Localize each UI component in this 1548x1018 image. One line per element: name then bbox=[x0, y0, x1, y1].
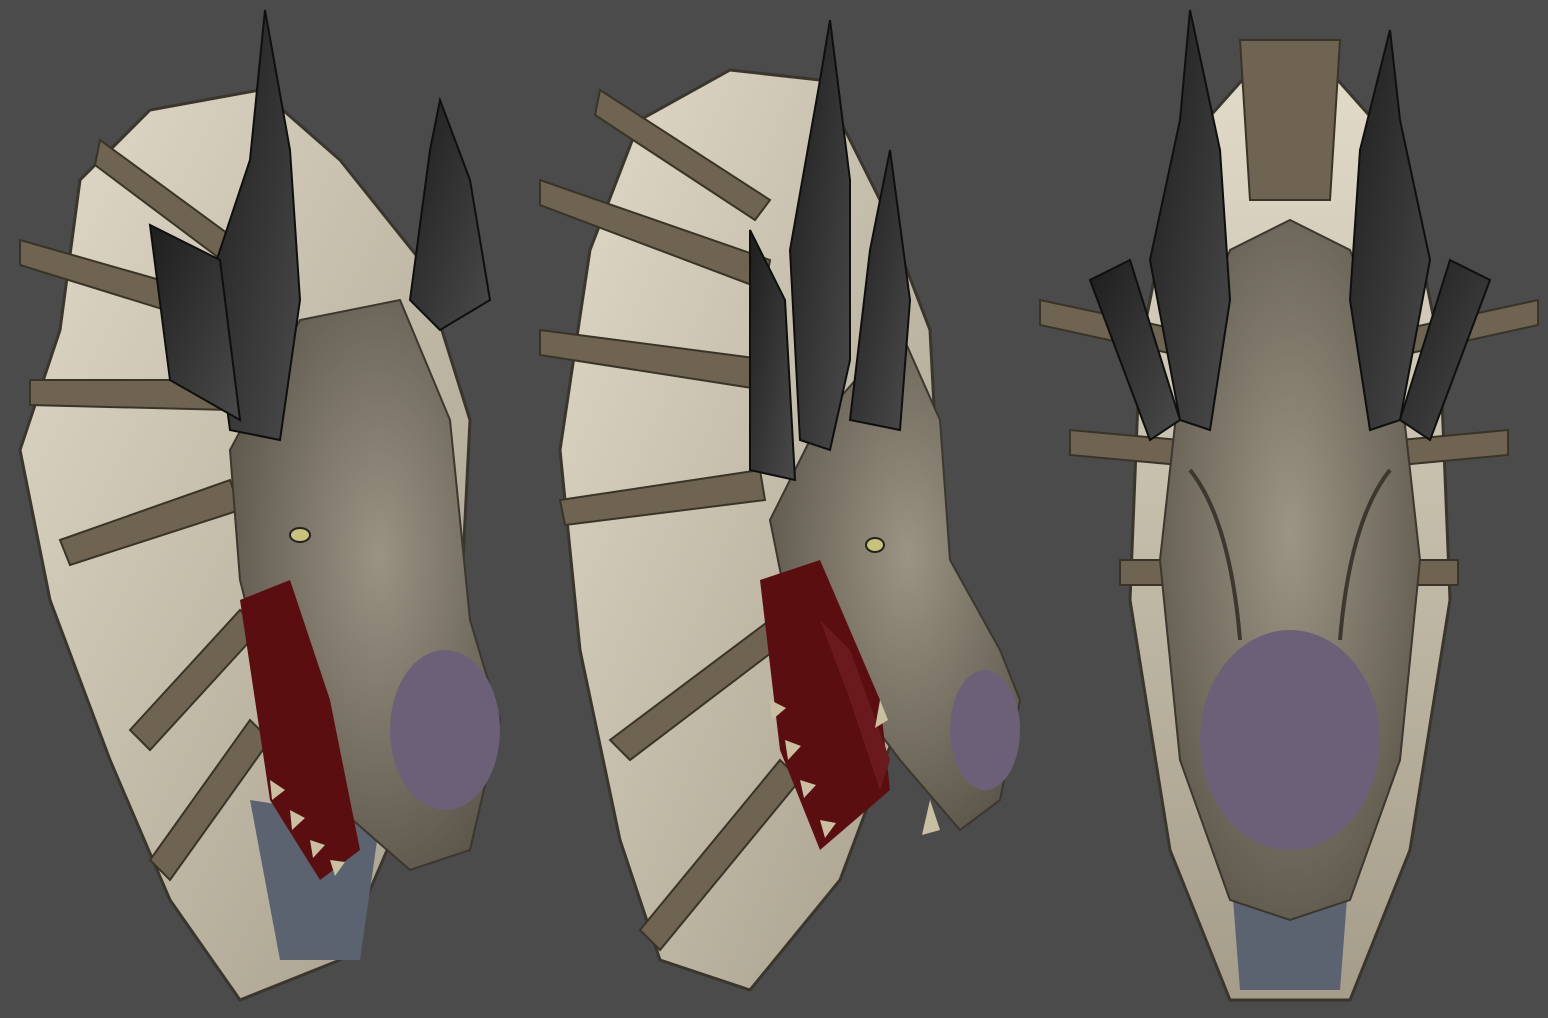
dragon-eye bbox=[865, 537, 885, 553]
dragon-eye bbox=[289, 527, 311, 543]
dragon-snout bbox=[950, 670, 1020, 790]
dragon-snout bbox=[390, 650, 500, 810]
dragon-snout bbox=[1200, 630, 1380, 850]
render-canvas bbox=[0, 0, 1548, 1018]
dragon-head-front-view bbox=[1030, 0, 1548, 1018]
dragon-head-three-quarter-view bbox=[0, 0, 520, 1018]
dragon-head-side-view bbox=[520, 0, 1030, 1018]
